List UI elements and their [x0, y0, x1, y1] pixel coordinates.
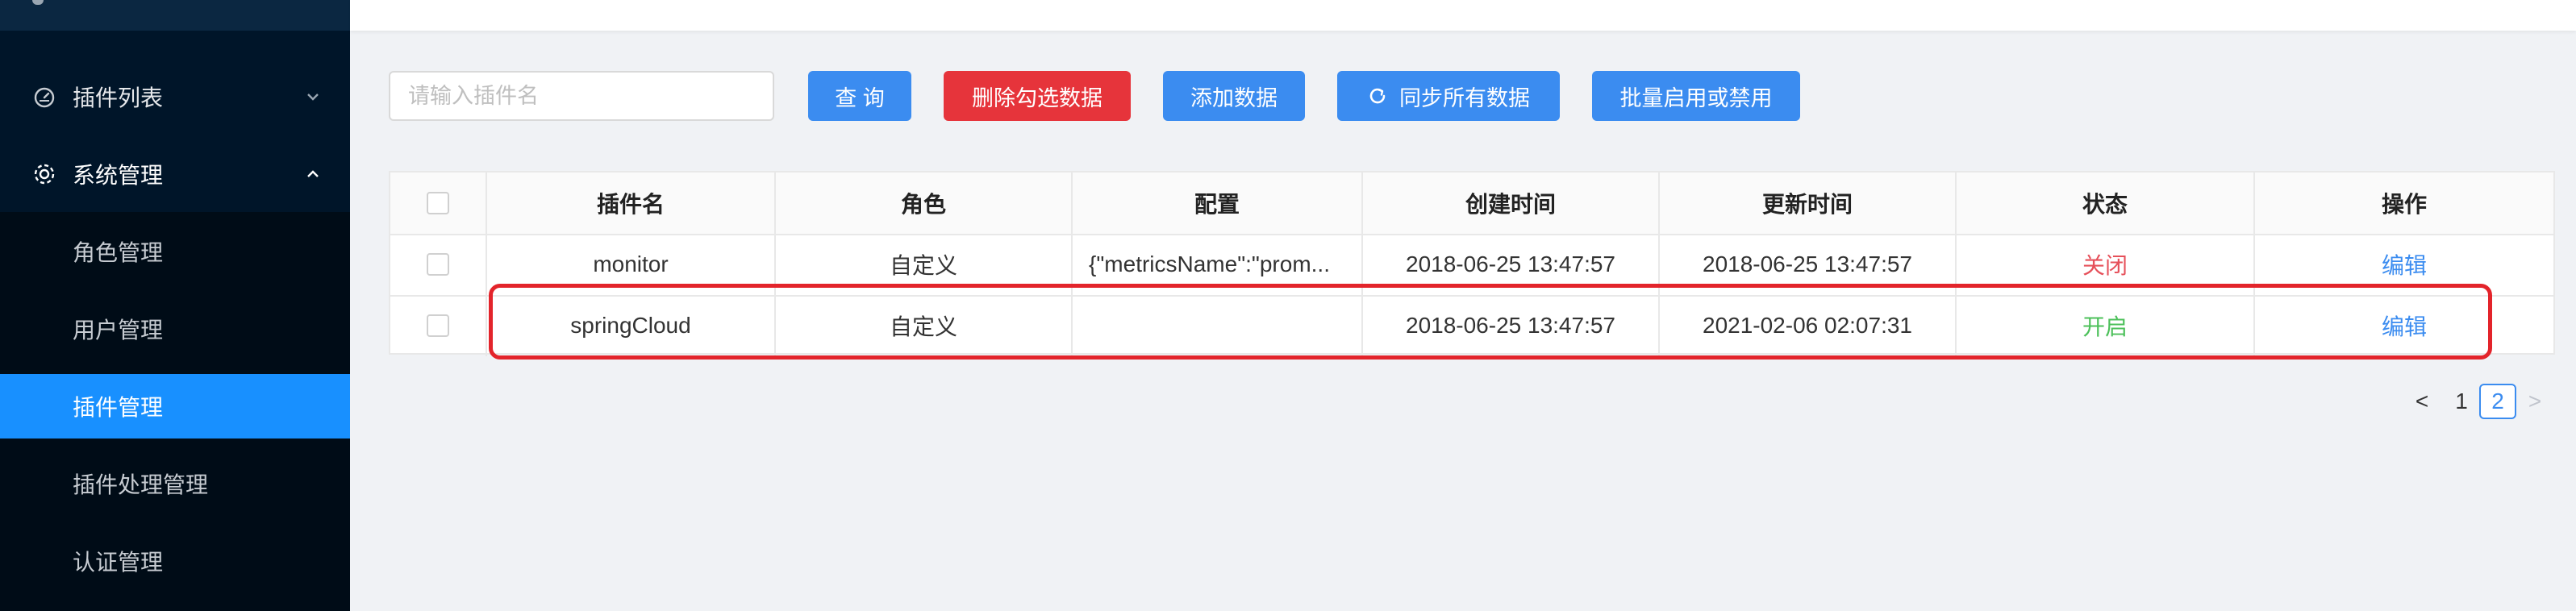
delete-button-label: 删除勾选数据	[972, 85, 1103, 110]
sidebar-menu-plugin-list[interactable]: 插件列表	[0, 64, 350, 129]
select-all-checkbox[interactable]	[427, 192, 449, 214]
cell-plugin-name: springCloud	[487, 295, 776, 356]
cell-created-time: 2018-06-25 13:47:57	[1363, 295, 1660, 356]
sidebar-item-label: 插件管理	[73, 395, 164, 420]
cell-plugin-name: monitor	[487, 234, 776, 295]
sidebar: 插件列表 系统管理 角色管理 用户管理 插件管理 插件处理管理 认证管理	[0, 0, 350, 611]
cell-updated-time: 2018-06-25 13:47:57	[1660, 234, 1957, 295]
add-button-label: 添加数据	[1190, 85, 1278, 110]
sidebar-menu-label: 系统管理	[73, 163, 164, 188]
header-cell[interactable]: 状态	[1957, 172, 2255, 234]
sidebar-item-plugin[interactable]: 插件管理	[0, 374, 350, 439]
batch-toggle-button[interactable]: 批量启用或禁用	[1592, 71, 1800, 121]
sidebar-item-user[interactable]: 用户管理	[0, 297, 350, 361]
sidebar-menu-system[interactable]: 系统管理	[0, 142, 350, 206]
row-select-cell	[390, 234, 487, 295]
sidebar-logo-area	[0, 0, 350, 31]
query-button[interactable]: 查 询	[808, 71, 911, 121]
sidebar-item-role[interactable]: 角色管理	[0, 219, 350, 284]
sync-all-button[interactable]: 同步所有数据	[1337, 71, 1560, 121]
dashboard-icon	[34, 87, 55, 108]
top-header	[350, 0, 2576, 31]
header-cell[interactable]: 角色	[776, 172, 1073, 234]
header-select-cell	[390, 172, 487, 234]
pagination-next[interactable]: >	[2523, 384, 2547, 419]
add-data-button[interactable]: 添加数据	[1163, 71, 1305, 121]
search-input[interactable]	[389, 71, 774, 121]
cell-status: 关闭	[1957, 234, 2255, 295]
sidebar-item-label: 用户管理	[73, 318, 164, 343]
sidebar-menu-label: 插件列表	[73, 85, 164, 110]
cell-config	[1073, 295, 1363, 356]
table-row: monitor 自定义 {"metricsName":"prom... 2018…	[390, 234, 2553, 297]
cell-role: 自定义	[776, 234, 1073, 295]
edit-link[interactable]: 编辑	[2255, 295, 2553, 356]
row-checkbox[interactable]	[427, 253, 449, 276]
edit-link[interactable]: 编辑	[2255, 234, 2553, 295]
query-button-label: 查 询	[835, 85, 885, 110]
table-row: springCloud 自定义 2018-06-25 13:47:57 2021…	[390, 295, 2553, 356]
sidebar-item-plugin-handle[interactable]: 插件处理管理	[0, 451, 350, 516]
cell-role: 自定义	[776, 295, 1073, 356]
chevron-up-icon	[307, 170, 319, 177]
pagination-prev[interactable]: <	[2410, 384, 2434, 419]
sidebar-item-label: 认证管理	[73, 550, 164, 575]
cell-status: 开启	[1957, 295, 2255, 356]
header-cell[interactable]: 配置	[1073, 172, 1363, 234]
chevron-down-icon	[307, 94, 319, 101]
header-cell[interactable]: 更新时间	[1660, 172, 1957, 234]
sidebar-item-label: 角色管理	[73, 240, 164, 265]
cell-created-time: 2018-06-25 13:47:57	[1363, 234, 1660, 295]
gear-icon	[34, 164, 55, 185]
pagination-page[interactable]: 1	[2445, 384, 2478, 419]
sync-icon	[1369, 88, 1386, 104]
header-cell[interactable]: 创建时间	[1363, 172, 1660, 234]
sidebar-item-label: 插件处理管理	[73, 472, 209, 497]
row-checkbox[interactable]	[427, 314, 449, 337]
cell-updated-time: 2021-02-06 02:07:31	[1660, 295, 1957, 356]
pagination-page-current[interactable]: 2	[2479, 384, 2516, 419]
sidebar-item-auth[interactable]: 认证管理	[0, 529, 350, 593]
sync-button-label: 同步所有数据	[1399, 85, 1530, 110]
table-header-row: 插件名 角色 配置 创建时间 更新时间 状态 操作	[390, 172, 2553, 235]
header-cell[interactable]: 操作	[2255, 172, 2553, 234]
cell-config: {"metricsName":"prom...	[1073, 234, 1363, 295]
row-select-cell	[390, 295, 487, 356]
batch-button-label: 批量启用或禁用	[1619, 85, 1773, 110]
delete-selected-button[interactable]: 删除勾选数据	[944, 71, 1131, 121]
header-cell[interactable]: 插件名	[487, 172, 776, 234]
plugin-table: 插件名 角色 配置 创建时间 更新时间 状态 操作 monitor 自定义 {"…	[389, 171, 2555, 356]
